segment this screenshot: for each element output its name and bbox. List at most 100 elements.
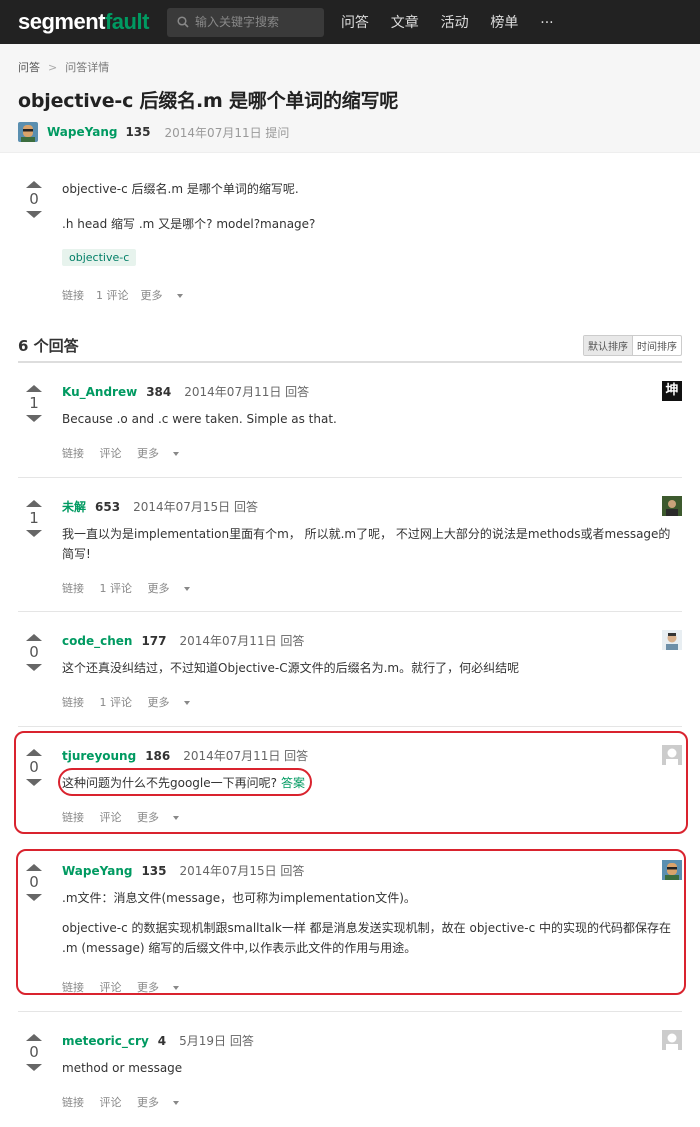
author-reputation: 135: [141, 863, 167, 878]
answer-author[interactable]: 未解: [62, 498, 86, 515]
avatar[interactable]: [662, 630, 682, 650]
question-tags: objective-c: [62, 249, 137, 266]
vote-down-icon[interactable]: [26, 664, 42, 671]
more-label: 更多: [137, 811, 159, 824]
answer-voter: 0: [22, 864, 46, 901]
answer-voter: 1: [22, 500, 46, 537]
vote-count: 0: [29, 758, 39, 776]
comment-button[interactable]: 1 评论: [100, 696, 133, 709]
avatar[interactable]: [662, 496, 682, 516]
vote-up-icon[interactable]: [26, 1034, 42, 1041]
answer-body: Because .o and .c were taken. Simple as …: [62, 409, 674, 429]
breadcrumb-current: 问答详情: [65, 61, 110, 74]
vote-down-icon[interactable]: [26, 894, 42, 901]
sort-time-button[interactable]: 时间排序: [632, 335, 681, 355]
tag-objective-c[interactable]: objective-c: [62, 249, 137, 266]
vote-up-icon[interactable]: [26, 385, 42, 392]
logo-segment: segment: [18, 9, 105, 34]
answer-meta: meteoric_cry 4 5月19日 回答: [62, 1032, 254, 1049]
nav-more[interactable]: ···: [540, 15, 553, 31]
breadcrumb-home[interactable]: 问答: [18, 59, 40, 75]
answer-meta: 未解 653 2014年07月15日 回答: [62, 498, 258, 515]
vote-count: 0: [29, 873, 39, 891]
more-label: 更多: [137, 981, 159, 994]
answer-time: 2014年07月11日 回答: [184, 385, 310, 399]
avatar[interactable]: 坤: [662, 381, 682, 401]
answer-actions: 链接 1 评论 更多: [62, 694, 202, 710]
more-button[interactable]: 更多: [137, 1096, 179, 1109]
avatar[interactable]: [662, 745, 682, 765]
more-button[interactable]: 更多: [137, 981, 179, 994]
nav-articles[interactable]: 文章: [391, 15, 419, 31]
answer-text: 这种问题为什么不先google一下再问呢?: [62, 776, 278, 790]
answer-inline-link[interactable]: 答案: [281, 776, 305, 790]
avatar[interactable]: [662, 860, 682, 880]
vote-up-icon[interactable]: [26, 749, 42, 756]
answer-time: 5月19日 回答: [179, 1034, 254, 1048]
author-reputation: 4: [157, 1033, 167, 1048]
answer-author[interactable]: tjureyoung: [62, 749, 136, 763]
vote-count: 1: [29, 509, 39, 527]
vote-count: 0: [29, 1043, 39, 1061]
answer-author[interactable]: WapeYang: [62, 864, 132, 878]
question-voter: 0: [22, 181, 46, 218]
sort-default-button[interactable]: 默认排序: [584, 335, 632, 355]
question-body-line1: objective-c 后缀名.m 是哪个单词的缩写呢.: [62, 182, 299, 196]
link-button[interactable]: 链接: [62, 1096, 84, 1109]
answer-body: method or message: [62, 1058, 674, 1078]
link-button[interactable]: 链接: [62, 582, 84, 595]
link-button[interactable]: 链接: [62, 811, 84, 824]
answer-author[interactable]: Ku_Andrew: [62, 385, 137, 399]
avatar[interactable]: [18, 122, 38, 142]
more-button[interactable]: 更多: [148, 696, 190, 709]
comment-button[interactable]: 评论: [100, 981, 122, 994]
vote-up-icon[interactable]: [26, 500, 42, 507]
vote-down-icon[interactable]: [26, 530, 42, 537]
more-button[interactable]: 更多: [141, 287, 183, 303]
vote-down-icon[interactable]: [26, 1064, 42, 1071]
answer-author[interactable]: meteoric_cry: [62, 1034, 149, 1048]
link-button[interactable]: 链接: [62, 981, 84, 994]
chevron-down-icon: [173, 816, 179, 820]
answer-item: 0 tjureyoung 186 2014年07月11日 回答 这种问题为什么不…: [18, 727, 682, 842]
chevron-down-icon: [176, 294, 183, 298]
comment-button[interactable]: 评论: [100, 811, 122, 824]
nav-events[interactable]: 活动: [441, 15, 469, 31]
site-logo[interactable]: segmentfault: [18, 9, 149, 35]
chevron-down-icon: [183, 587, 190, 591]
vote-up-icon[interactable]: [26, 864, 42, 871]
search-input[interactable]: [194, 15, 315, 29]
vote-down-icon[interactable]: [26, 779, 42, 786]
chevron-down-icon: [183, 701, 190, 705]
link-button[interactable]: 链接: [62, 447, 84, 460]
comment-button[interactable]: 1 评论: [96, 287, 129, 303]
answer-voter: 0: [22, 1034, 46, 1071]
answer-author[interactable]: code_chen: [62, 634, 132, 648]
vote-up-icon[interactable]: [26, 181, 42, 188]
vote-down-icon[interactable]: [26, 211, 42, 218]
nav-rankings[interactable]: 榜单: [490, 15, 518, 31]
comment-button[interactable]: 评论: [100, 447, 122, 460]
more-button[interactable]: 更多: [148, 582, 190, 595]
vote-up-icon[interactable]: [26, 634, 42, 641]
answers-header: 6 个回答 默认排序 时间排序: [18, 329, 682, 363]
more-label: 更多: [147, 582, 170, 595]
answer-item: 0 WapeYang 135 2014年07月15日 回答 .m文件：消息文件(…: [18, 842, 682, 1012]
link-button[interactable]: 链接: [62, 696, 84, 709]
search-box[interactable]: [166, 7, 324, 37]
answer-paragraph: objective-c 的数据实现机制跟smalltalk一样 都是消息发送实现…: [62, 921, 672, 955]
avatar[interactable]: [662, 1030, 682, 1050]
vote-down-icon[interactable]: [26, 415, 42, 422]
more-button[interactable]: 更多: [137, 447, 179, 460]
comment-button[interactable]: 评论: [100, 1096, 122, 1109]
question-author[interactable]: WapeYang: [47, 125, 117, 139]
more-label: 更多: [137, 1096, 159, 1109]
nav-qa[interactable]: 问答: [341, 15, 369, 31]
more-button[interactable]: 更多: [137, 811, 179, 824]
comment-button[interactable]: 1 评论: [100, 582, 133, 595]
main-nav: 问答 文章 活动 榜单 ···: [324, 12, 554, 32]
question-time: 2014年07月11日 提问: [164, 125, 290, 140]
logo-fault: fault: [104, 9, 149, 34]
answer-time: 2014年07月11日 回答: [179, 634, 305, 648]
link-button[interactable]: 链接: [62, 287, 84, 303]
